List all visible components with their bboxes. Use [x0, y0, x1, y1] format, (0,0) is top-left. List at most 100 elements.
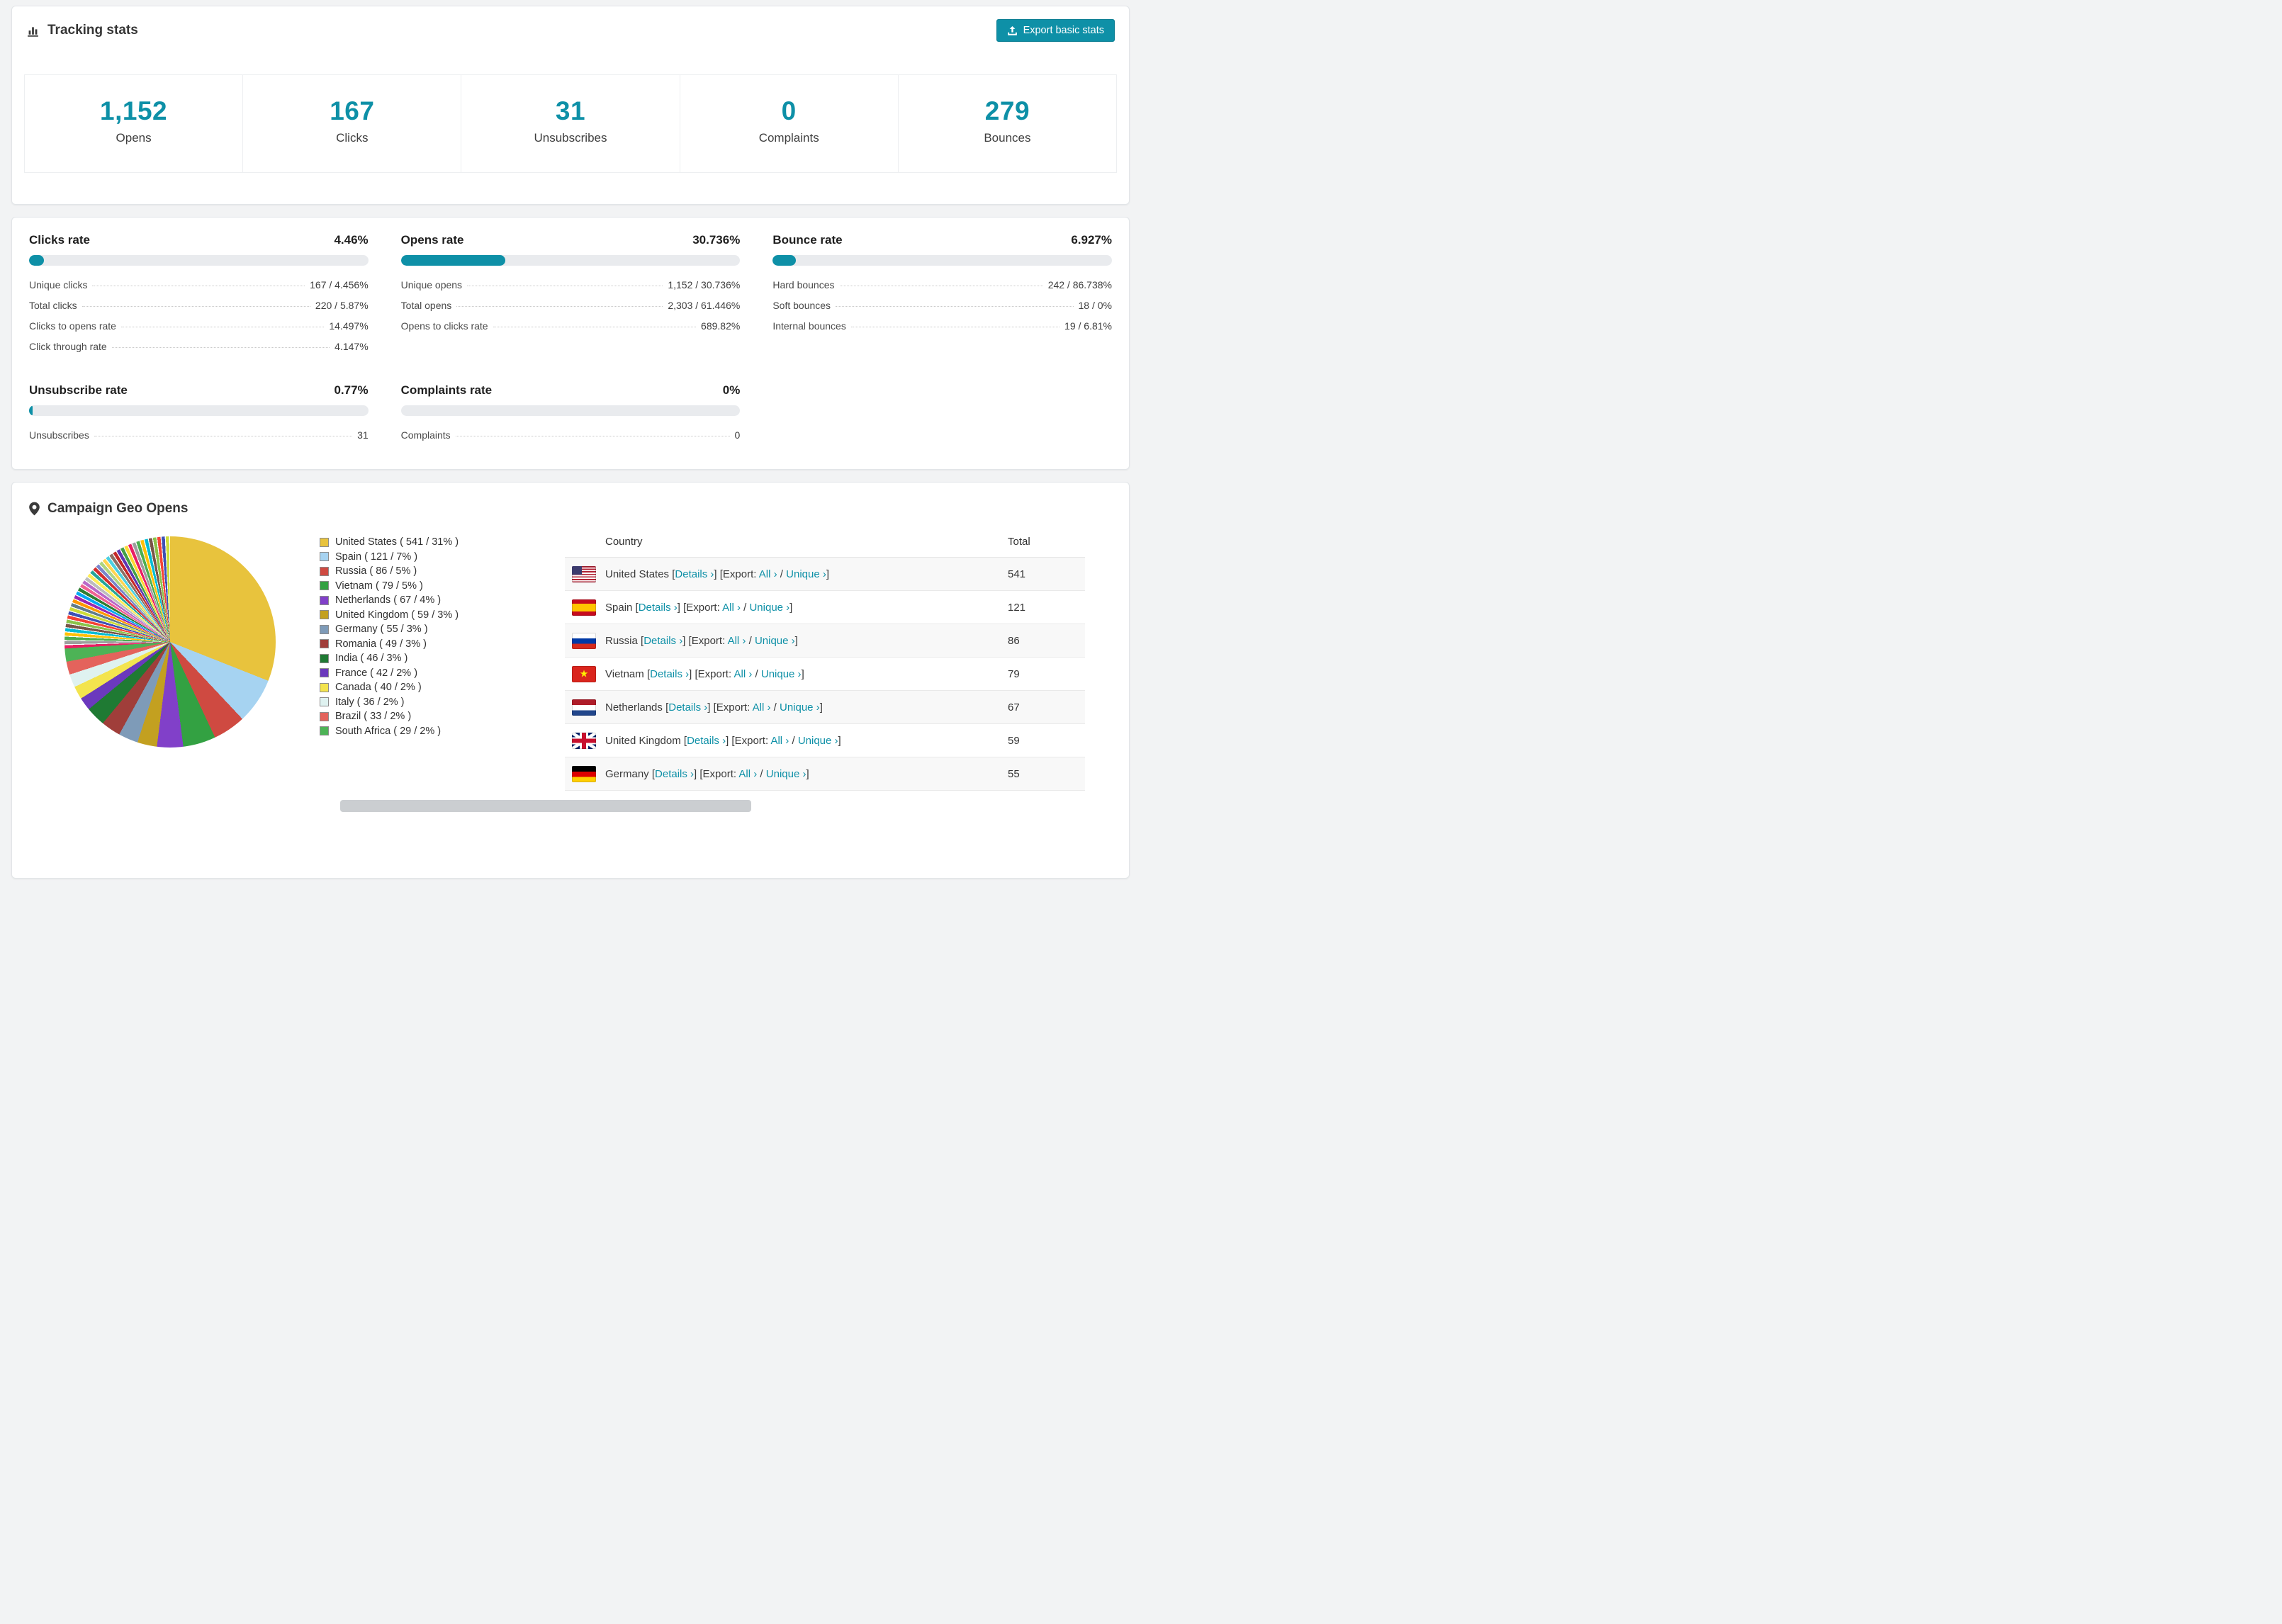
legend-color-swatch: [320, 624, 329, 634]
export-all-link[interactable]: All ›: [770, 735, 789, 747]
legend-item: Romania ( 49 / 3% ): [320, 637, 539, 652]
stat-value: 0: [781, 96, 797, 125]
table-row: Netherlands [Details ›] [Export: All › /…: [565, 691, 1085, 724]
legend-color-swatch: [320, 697, 329, 707]
rate-metric-list: Complaints 0: [401, 424, 741, 445]
details-link[interactable]: Details ›: [650, 668, 689, 680]
bar-chart-icon: [26, 24, 40, 38]
table-row: Vietnam [Details ›] [Export: All › / Uni…: [565, 658, 1085, 691]
export-unique-link[interactable]: Unique ›: [786, 568, 826, 580]
metric-value: 689.82%: [701, 320, 741, 332]
bracket: ]: [801, 667, 804, 680]
metric-label: Opens to clicks rate: [400, 320, 488, 332]
metric-label: Soft bounces: [772, 299, 831, 311]
export-unique-link[interactable]: Unique ›: [766, 768, 806, 780]
stat-label: Complaints: [758, 131, 819, 145]
metric-value: 242 / 86.738%: [1047, 278, 1112, 291]
dotted-leader: [82, 305, 310, 307]
geo-opens-header: Campaign Geo Opens: [12, 501, 1129, 517]
legend-color-swatch: [320, 552, 329, 562]
dotted-leader: [111, 346, 330, 348]
legend-label: Brazil ( 33 / 2% ): [335, 711, 412, 723]
details-link[interactable]: Details ›: [675, 568, 714, 580]
legend-item: Canada ( 40 / 2% ): [320, 680, 539, 695]
legend-label: France ( 42 / 2% ): [335, 667, 418, 679]
country-cell: Spain [Details ›] [Export: All › / Uniqu…: [605, 602, 1008, 614]
details-link[interactable]: Details ›: [639, 602, 678, 614]
export-all-link[interactable]: All ›: [722, 602, 741, 614]
legend-label: India ( 46 / 3% ): [335, 653, 408, 665]
country-name: Netherlands: [605, 701, 666, 714]
country-total: 55: [1008, 767, 1020, 780]
metric-value: 0: [734, 429, 741, 441]
stat-value: 1,152: [100, 96, 168, 125]
country-cell: Germany [Details ›] [Export: All › / Uni…: [605, 768, 1008, 780]
country-total: 79: [1008, 667, 1020, 680]
rates-card: Clicks rate 4.46% Unique clicks 167 / 4.…: [11, 217, 1130, 470]
metric-row: Click through rate 4.147%: [29, 336, 369, 356]
export-unique-link[interactable]: Unique ›: [755, 635, 795, 647]
metric-value: 19 / 6.81%: [1064, 320, 1112, 332]
legend-color-swatch: [320, 639, 329, 649]
rate-section: Opens rate 30.736% Unique opens 1,152 / …: [400, 233, 741, 356]
export-unique-link[interactable]: Unique ›: [749, 602, 789, 614]
metric-label: Total opens: [400, 299, 452, 311]
progress-bar: [29, 405, 369, 416]
rate-percentage: 6.927%: [1071, 233, 1112, 247]
horizontal-scrollbar[interactable]: [340, 800, 751, 812]
export-basic-stats-button[interactable]: Export basic stats: [996, 19, 1115, 42]
export-all-link[interactable]: All ›: [759, 568, 777, 580]
legend-label: Italy ( 36 / 2% ): [335, 696, 405, 708]
legend-label: Russia ( 86 / 5% ): [335, 565, 417, 577]
rate-header: Unsubscribe rate 0.77%: [29, 383, 369, 397]
stat-box: 0 Complaints: [680, 75, 899, 172]
bracket: ]: [819, 701, 823, 714]
export-all-link[interactable]: All ›: [753, 701, 771, 714]
legend-color-swatch: [320, 537, 329, 547]
geo-legend: United States ( 541 / 31% ) Spain ( 121 …: [320, 535, 539, 738]
country-total: 67: [1008, 701, 1020, 714]
country-flag-icon: [572, 732, 596, 749]
export-all-link[interactable]: All ›: [734, 668, 753, 680]
legend-label: Germany ( 55 / 3% ): [335, 624, 428, 636]
progress-bar: [400, 405, 741, 416]
metric-label: Unique opens: [400, 278, 463, 291]
country-total: 59: [1008, 734, 1020, 747]
metric-label: Unsubscribes: [29, 429, 89, 441]
export-unique-link[interactable]: Unique ›: [761, 668, 802, 680]
separator: /: [777, 568, 787, 580]
country-cell: Russia [Details ›] [Export: All › / Uniq…: [605, 635, 1008, 647]
metric-row: Internal bounces 19 / 6.81%: [772, 315, 1112, 336]
legend-label: Spain ( 121 / 7% ): [335, 551, 418, 563]
geo-table-rows: United States [Details ›] [Export: All ›…: [565, 558, 1085, 791]
metric-value: 4.147%: [335, 340, 369, 352]
table-row: Spain [Details ›] [Export: All › / Uniqu…: [565, 591, 1085, 624]
details-link[interactable]: Details ›: [655, 768, 694, 780]
rate-metric-list: Unique opens 1,152 / 30.736% Total opens…: [401, 274, 741, 336]
progress-bar-fill: [29, 255, 45, 266]
metric-row: Unsubscribes 31: [29, 424, 369, 445]
export-unique-link[interactable]: Unique ›: [780, 701, 820, 714]
country-name: Russia: [605, 634, 641, 647]
legend-item: Italy ( 36 / 2% ): [320, 695, 539, 710]
legend-item: India ( 46 / 3% ): [320, 651, 539, 666]
geo-pie-chart: [64, 536, 276, 748]
progress-bar: [772, 255, 1112, 266]
export-all-link[interactable]: All ›: [738, 768, 757, 780]
stat-label: Unsubscribes: [534, 131, 607, 145]
country-flag-icon: [572, 699, 596, 716]
country-flag-icon: [572, 765, 596, 782]
rate-percentage: 30.736%: [692, 233, 741, 247]
export-unique-link[interactable]: Unique ›: [798, 735, 838, 747]
tracking-stats-card: Tracking stats Export basic stats 1,152 …: [11, 6, 1130, 205]
metric-label: Clicks to opens rate: [29, 320, 116, 332]
legend-color-swatch: [320, 595, 329, 605]
details-link[interactable]: Details ›: [643, 635, 682, 647]
country-total: 121: [1008, 601, 1026, 614]
legend-color-swatch: [320, 610, 329, 620]
details-link[interactable]: Details ›: [687, 735, 726, 747]
legend-item: United States ( 541 / 31% ): [320, 535, 539, 550]
export-all-link[interactable]: All ›: [728, 635, 746, 647]
metric-label: Complaints: [400, 429, 451, 441]
details-link[interactable]: Details ›: [668, 701, 707, 714]
